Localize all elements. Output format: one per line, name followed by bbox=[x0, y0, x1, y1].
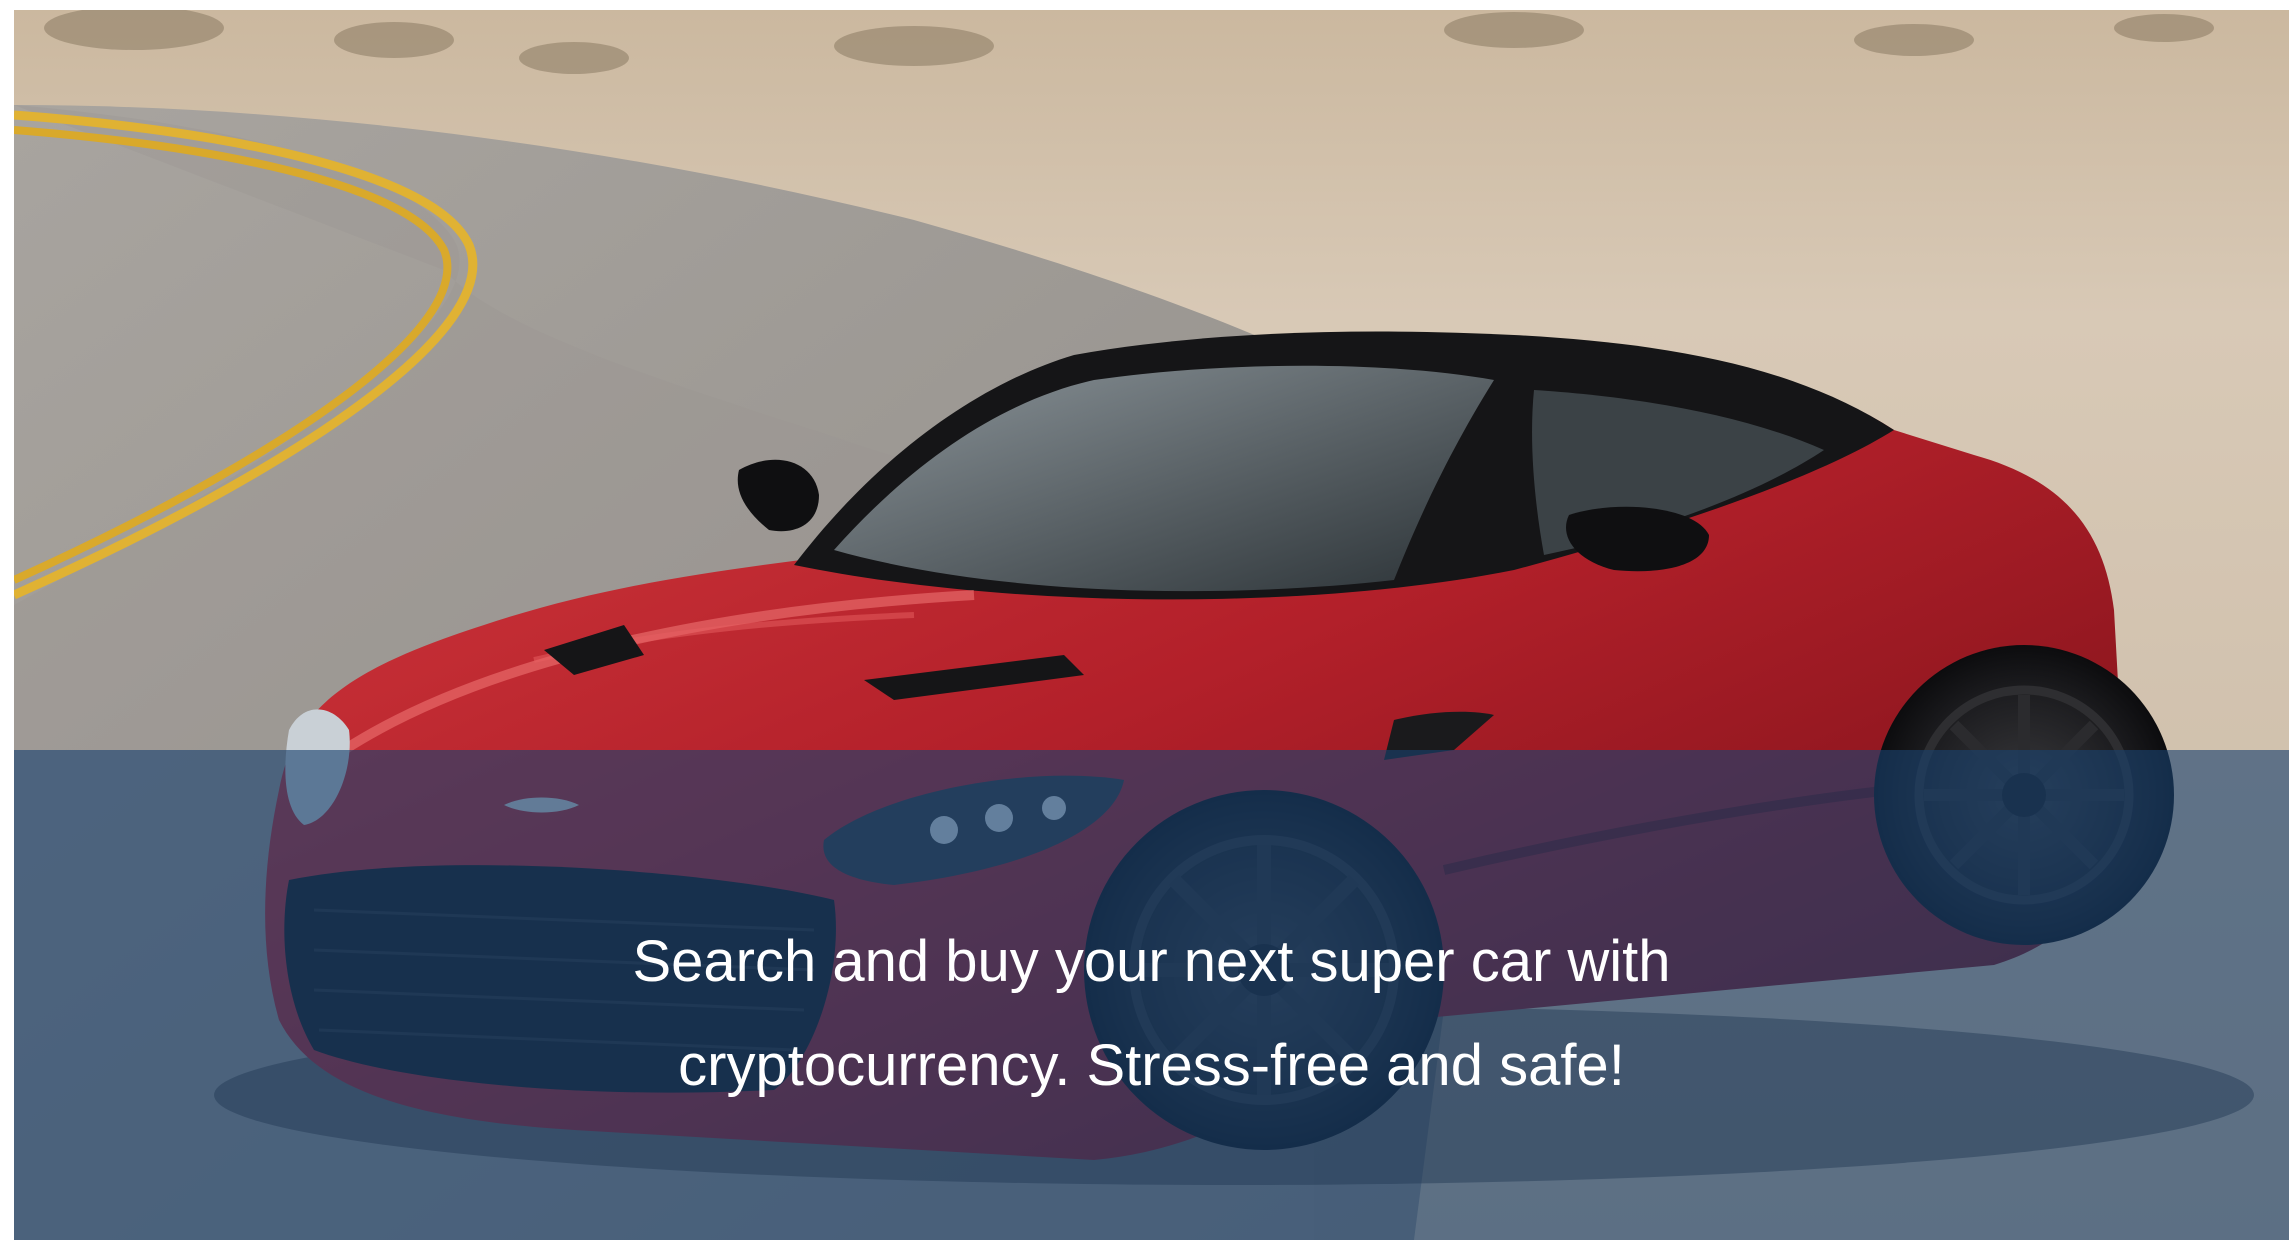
hero-tagline-line-2: cryptocurrency. Stress-free and safe! bbox=[678, 1033, 1625, 1098]
hero-tagline-line-1: Search and buy your next super car with bbox=[632, 929, 1671, 994]
caption-overlay: Search and buy your next super car with … bbox=[14, 750, 2289, 1240]
hero-tagline: Search and buy your next super car with … bbox=[414, 910, 1889, 1118]
page: Search and buy your next super car with … bbox=[0, 0, 2289, 1240]
hero-banner: Search and buy your next super car with … bbox=[14, 10, 2289, 1240]
